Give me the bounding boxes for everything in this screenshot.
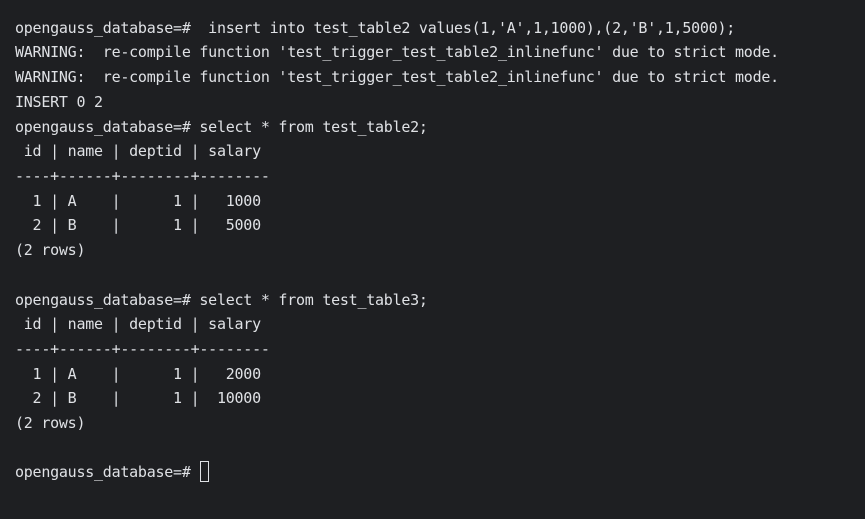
terminal-prompt: opengauss_database=# xyxy=(15,463,200,481)
terminal-line-insert-command: opengauss_database=# insert into test_ta… xyxy=(15,19,736,37)
terminal-line-warning: WARNING: re-compile function 'test_trigg… xyxy=(15,43,779,61)
terminal-line-table-row: 1 | A | 1 | 1000 xyxy=(15,192,262,210)
terminal-window[interactable]: opengauss_database=# insert into test_ta… xyxy=(0,0,865,519)
terminal-line-warning: WARNING: re-compile function 'test_trigg… xyxy=(15,68,779,86)
terminal-line-table-row: 2 | B | 1 | 10000 xyxy=(15,389,262,407)
terminal-line-table-divider: ----+------+--------+-------- xyxy=(15,167,270,185)
terminal-prompt-line[interactable]: opengauss_database=# xyxy=(15,460,210,484)
terminal-line-select-command: opengauss_database=# select * from test_… xyxy=(15,118,428,136)
terminal-line-insert-result: INSERT 0 2 xyxy=(15,93,103,111)
terminal-line-row-count: (2 rows) xyxy=(15,414,86,432)
text-cursor xyxy=(200,461,210,482)
terminal-line-table-row: 2 | B | 1 | 5000 xyxy=(15,216,262,234)
terminal-line-table-row: 1 | A | 1 | 2000 xyxy=(15,365,262,383)
terminal-line-table-divider: ----+------+--------+-------- xyxy=(15,340,270,358)
terminal-line-row-count: (2 rows) xyxy=(15,241,86,259)
terminal-line-select-command: opengauss_database=# select * from test_… xyxy=(15,291,428,309)
terminal-line-table-header: id | name | deptid | salary xyxy=(15,142,261,160)
terminal-line-table-header: id | name | deptid | salary xyxy=(15,315,261,333)
